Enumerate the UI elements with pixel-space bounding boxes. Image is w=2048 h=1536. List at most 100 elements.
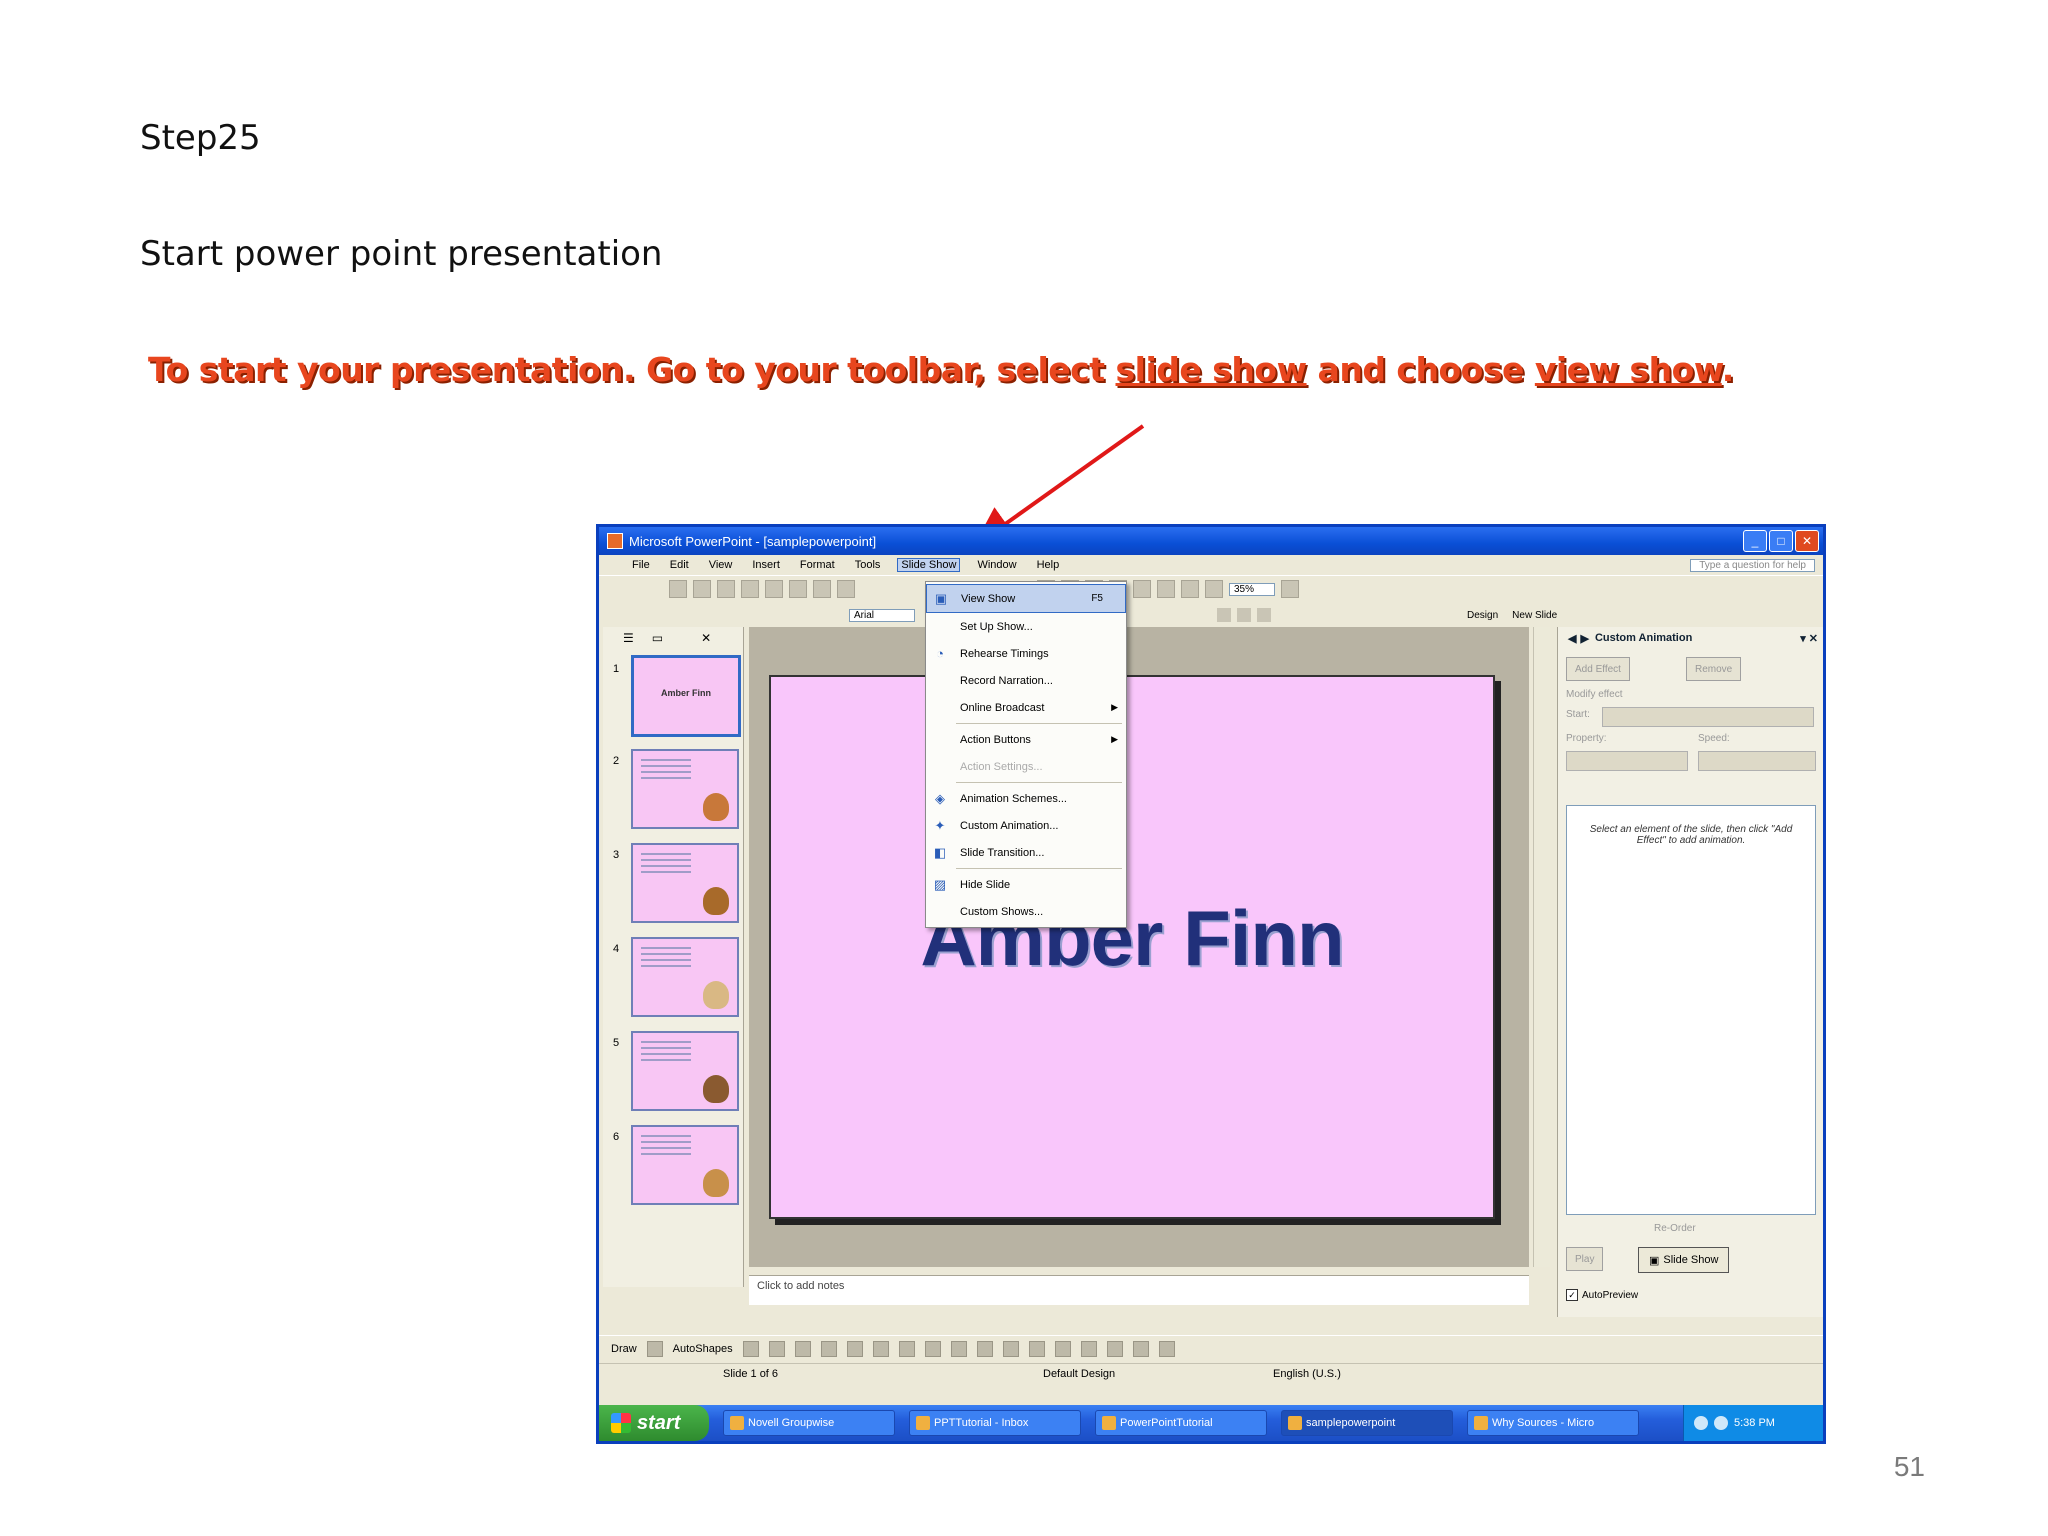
3d-icon[interactable]: [1158, 1341, 1175, 1357]
menu-format[interactable]: Format: [797, 559, 838, 571]
help-icon[interactable]: [1281, 580, 1300, 598]
close-pane-icon[interactable]: ✕: [701, 631, 711, 645]
new-icon[interactable]: [669, 580, 687, 598]
expand-icon[interactable]: [1133, 580, 1151, 598]
editor-scrollbar[interactable]: [1533, 627, 1550, 1267]
color-grayscale-icon[interactable]: [1205, 580, 1223, 598]
autopreview-option[interactable]: ✓ AutoPreview: [1566, 1289, 1638, 1301]
taskbar-item[interactable]: PowerPointTutorial: [1095, 1410, 1267, 1436]
align-left-icon[interactable]: [1217, 608, 1232, 622]
print-icon[interactable]: [789, 580, 807, 598]
current-slide[interactable]: Amber Finn: [769, 675, 1495, 1219]
open-icon[interactable]: [693, 580, 711, 598]
slides-tab-icon[interactable]: ▭: [652, 631, 663, 645]
maximize-button[interactable]: □: [1769, 530, 1793, 552]
forward-icon[interactable]: ▶: [1580, 632, 1588, 645]
menu-edit[interactable]: Edit: [667, 559, 692, 571]
textbox-icon[interactable]: [846, 1341, 863, 1357]
arrow-icon[interactable]: [768, 1341, 785, 1357]
menu-help[interactable]: Help: [1034, 559, 1063, 571]
font-select[interactable]: Arial: [849, 608, 916, 622]
close-button[interactable]: ✕: [1795, 530, 1819, 552]
slide-thumbnail[interactable]: [631, 1125, 739, 1205]
select-objects-icon[interactable]: [646, 1341, 663, 1357]
rectangle-icon[interactable]: [794, 1341, 811, 1357]
align-right-icon[interactable]: [1257, 608, 1272, 622]
shadow-icon[interactable]: [1132, 1341, 1149, 1357]
line-style-icon[interactable]: [1054, 1341, 1071, 1357]
font-color-icon[interactable]: [1028, 1341, 1045, 1357]
diagram-icon[interactable]: [898, 1341, 915, 1357]
align-center-icon[interactable]: [1237, 608, 1252, 622]
print-preview-icon[interactable]: [813, 580, 831, 598]
menu-item-view-show[interactable]: ▣ View Show F5: [926, 584, 1126, 613]
help-search-input[interactable]: Type a question for help: [1690, 558, 1815, 572]
tray-icon[interactable]: [1694, 1416, 1708, 1430]
menu-item-set-up-show[interactable]: Set Up Show...: [926, 613, 1126, 640]
close-task-pane-icon[interactable]: ▾ ✕: [1800, 632, 1823, 645]
menu-file[interactable]: File: [629, 559, 653, 571]
arrow-style-icon[interactable]: [1106, 1341, 1123, 1357]
window-titlebar[interactable]: Microsoft PowerPoint - [samplepowerpoint…: [599, 527, 1823, 555]
taskbar-item[interactable]: PPTTutorial - Inbox: [909, 1410, 1081, 1436]
menu-item-record-narration[interactable]: Record Narration...: [926, 667, 1126, 694]
slide-thumbnail[interactable]: [631, 1031, 739, 1111]
menu-item-custom-animation[interactable]: ✦ Custom Animation...: [926, 812, 1126, 839]
taskbar-item[interactable]: Novell Groupwise: [723, 1410, 895, 1436]
permission-icon[interactable]: [741, 580, 759, 598]
notes-pane[interactable]: Click to add notes: [749, 1275, 1529, 1305]
slide-show-button[interactable]: ▣ Slide Show: [1638, 1247, 1730, 1273]
menu-item-slide-transition[interactable]: ◧ Slide Transition...: [926, 839, 1126, 866]
remove-button[interactable]: Remove: [1686, 657, 1742, 681]
property-select[interactable]: [1566, 751, 1688, 771]
menu-item-custom-shows[interactable]: Custom Shows...: [926, 898, 1126, 925]
slide-thumbnail[interactable]: [631, 749, 739, 829]
menu-item-rehearse-timings[interactable]: ◔ Rehearse Timings: [926, 640, 1126, 667]
new-slide-button[interactable]: New Slide: [1508, 610, 1561, 621]
grid-icon[interactable]: [1181, 580, 1199, 598]
draw-menu[interactable]: Draw: [611, 1343, 637, 1355]
speed-select[interactable]: [1698, 751, 1816, 771]
add-effect-button[interactable]: Add Effect: [1566, 657, 1630, 681]
autoshapes-menu[interactable]: AutoShapes: [673, 1343, 733, 1355]
slide-title[interactable]: Amber Finn: [771, 893, 1493, 984]
dash-style-icon[interactable]: [1080, 1341, 1097, 1357]
menu-insert[interactable]: Insert: [749, 559, 783, 571]
menu-item-animation-schemes[interactable]: ◈ Animation Schemes...: [926, 785, 1126, 812]
menu-tools[interactable]: Tools: [852, 559, 884, 571]
zoom-select[interactable]: 35%: [1229, 582, 1276, 596]
line-color-icon[interactable]: [1002, 1341, 1019, 1357]
autopreview-checkbox[interactable]: ✓: [1566, 1289, 1578, 1301]
slide-thumbnail[interactable]: [631, 937, 739, 1017]
menu-slide-show[interactable]: Slide Show: [897, 558, 961, 572]
play-button[interactable]: Play: [1566, 1247, 1604, 1271]
menu-item-online-broadcast[interactable]: Online Broadcast ▶: [926, 694, 1126, 721]
menu-view[interactable]: View: [706, 559, 736, 571]
outline-tab-icon[interactable]: ☰: [623, 631, 634, 645]
design-button[interactable]: Design: [1463, 610, 1502, 621]
minimize-button[interactable]: _: [1743, 530, 1767, 552]
picture-icon[interactable]: [950, 1341, 967, 1357]
taskbar-item[interactable]: Why Sources - Micro: [1467, 1410, 1639, 1436]
menu-window[interactable]: Window: [974, 559, 1019, 571]
fill-color-icon[interactable]: [976, 1341, 993, 1357]
email-icon[interactable]: [765, 580, 783, 598]
save-icon[interactable]: [717, 580, 735, 598]
taskbar-item[interactable]: samplepowerpoint: [1281, 1410, 1453, 1436]
start-select[interactable]: [1602, 707, 1814, 727]
show-formatting-icon[interactable]: [1157, 580, 1175, 598]
menu-item-action-buttons[interactable]: Action Buttons ▶: [926, 726, 1126, 753]
line-icon[interactable]: [742, 1341, 759, 1357]
thumb-number: 5: [613, 1037, 620, 1049]
back-icon[interactable]: ◀: [1568, 632, 1576, 645]
tray-icon[interactable]: [1714, 1416, 1728, 1430]
spelling-icon[interactable]: [837, 580, 855, 598]
slide-thumbnail[interactable]: Amber Finn: [631, 655, 741, 737]
clipart-insert-icon[interactable]: [924, 1341, 941, 1357]
start-button[interactable]: start: [599, 1405, 709, 1441]
menu-item-hide-slide[interactable]: ▨ Hide Slide: [926, 871, 1126, 898]
wordart-icon[interactable]: [872, 1341, 889, 1357]
slide-thumbnail[interactable]: [631, 843, 739, 923]
animation-list[interactable]: Select an element of the slide, then cli…: [1566, 805, 1816, 1215]
oval-icon[interactable]: [820, 1341, 837, 1357]
